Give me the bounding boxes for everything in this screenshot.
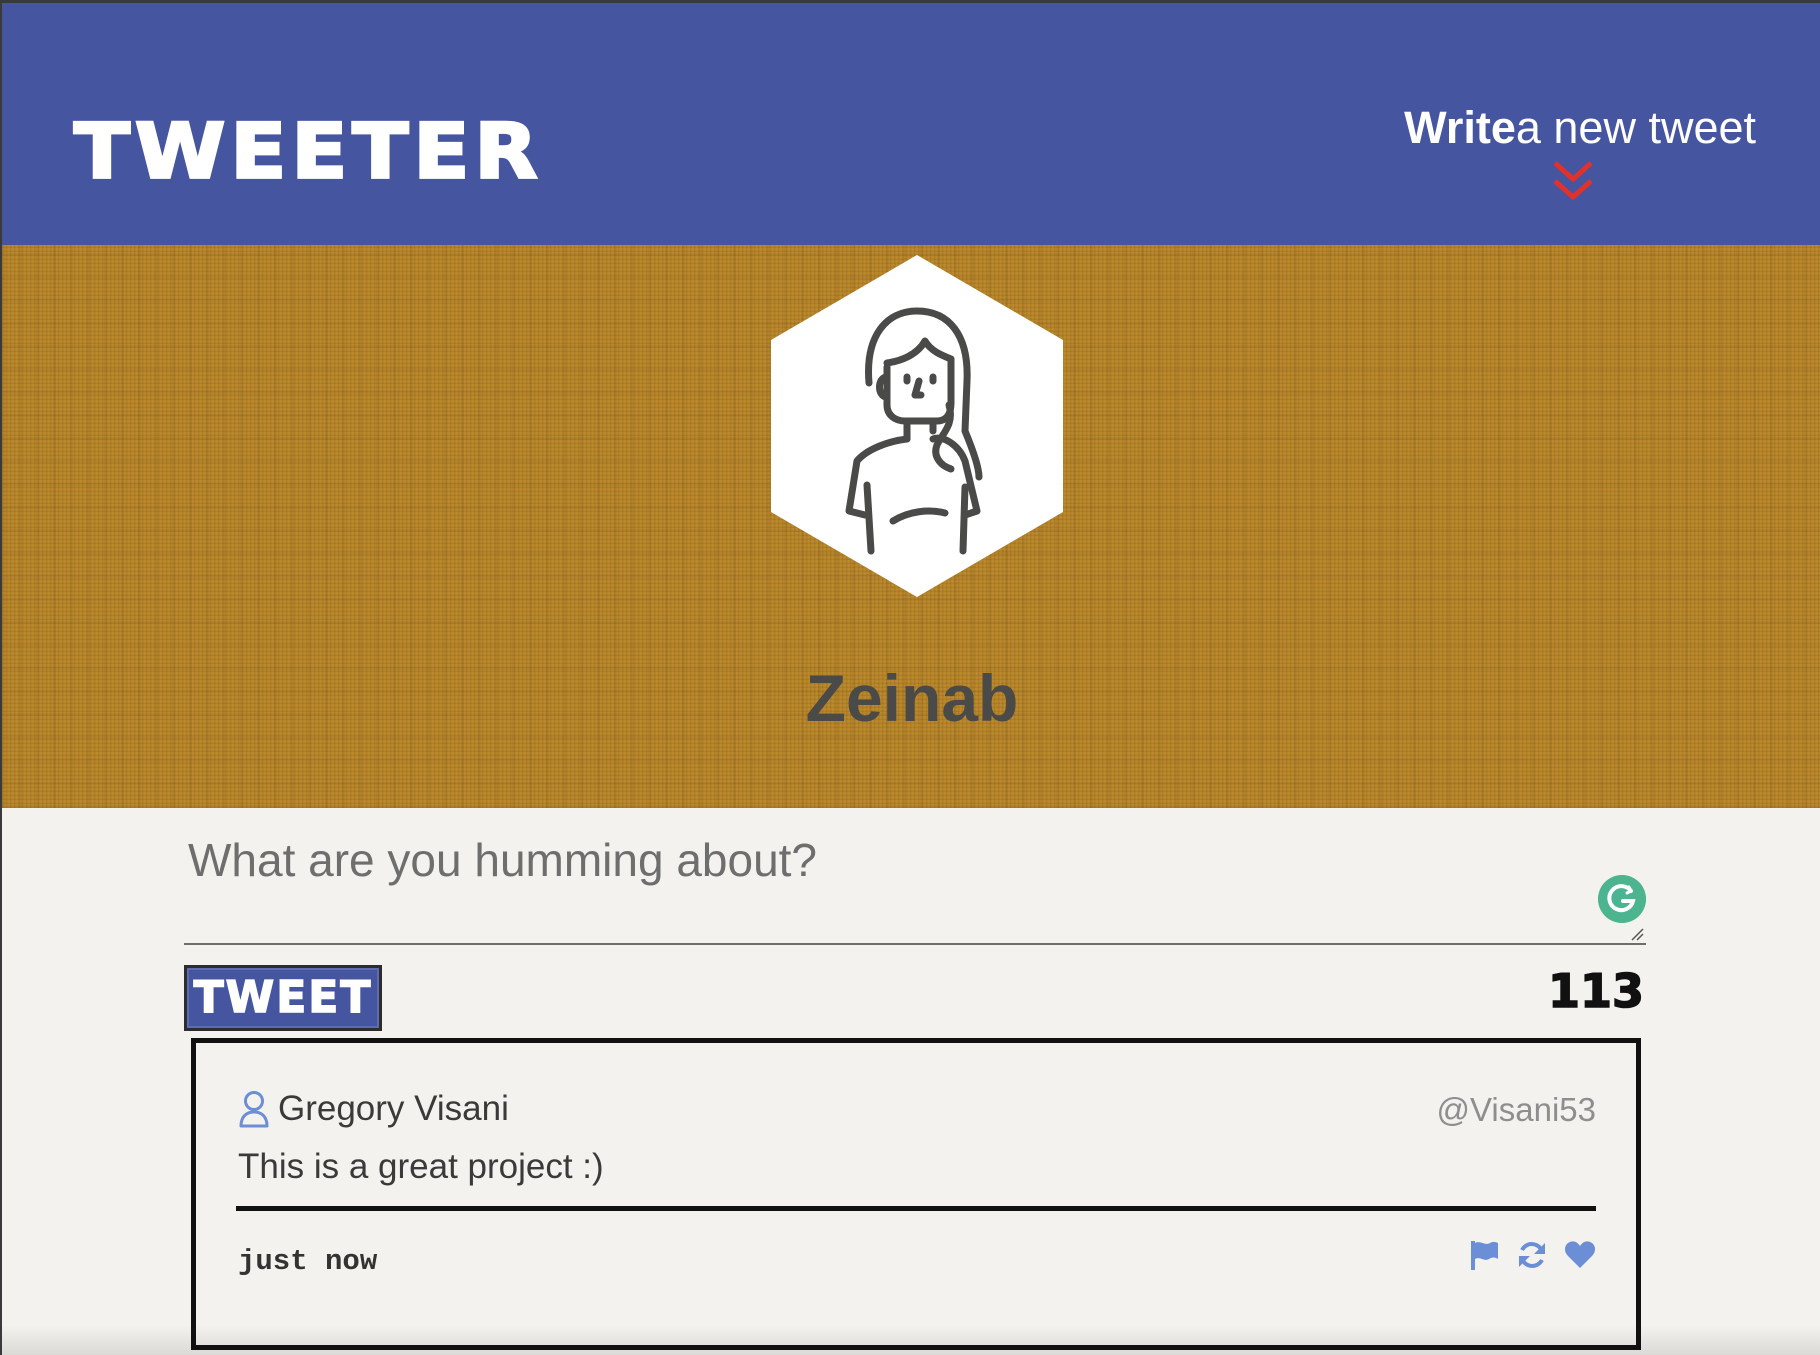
profile-banner: Zeinab (2, 245, 1820, 808)
profile-name: Zeinab (805, 661, 1019, 735)
tweet-submit-button[interactable]: TWEET (184, 965, 382, 1031)
tweet-divider (236, 1206, 1596, 1211)
tweet-card: Gregory Visani @Visani53 This is a great… (191, 1038, 1641, 1350)
write-new-tweet-label: Writea new tweet (1404, 105, 1756, 150)
user-icon (239, 1091, 269, 1128)
tweet-composer (184, 823, 1646, 945)
write-label: Write (1404, 102, 1516, 153)
top-navbar: TWEETER Writea new tweet (2, 3, 1820, 245)
new-tweet-label: a new tweet (1515, 102, 1756, 153)
brand-logo[interactable]: TWEETER (73, 113, 543, 191)
char-counter: 113 (1547, 964, 1645, 1018)
tweet-content: This is a great project :) (238, 1147, 604, 1186)
author-name: Gregory Visani (278, 1089, 509, 1128)
tweet-author: Gregory Visani (238, 1087, 509, 1131)
tweet-timestamp: just now (238, 1245, 378, 1278)
grammarly-icon[interactable] (1598, 875, 1646, 923)
author-handle: @Visani53 (1436, 1091, 1597, 1128)
app-page: TWEETER Writea new tweet Zeinab What are… (0, 0, 1820, 1355)
retweet-icon[interactable] (1516, 1239, 1548, 1271)
resize-grip-icon[interactable] (1630, 927, 1644, 941)
profile-avatar (771, 255, 1063, 597)
tweet-textarea[interactable] (188, 833, 1488, 913)
double-chevron-down-icon[interactable] (1551, 159, 1595, 205)
tweet-actions (1468, 1239, 1596, 1271)
flag-icon[interactable] (1468, 1239, 1500, 1271)
write-new-tweet-toggle[interactable]: Writea new tweet (1396, 99, 1756, 209)
heart-icon[interactable] (1564, 1239, 1596, 1271)
